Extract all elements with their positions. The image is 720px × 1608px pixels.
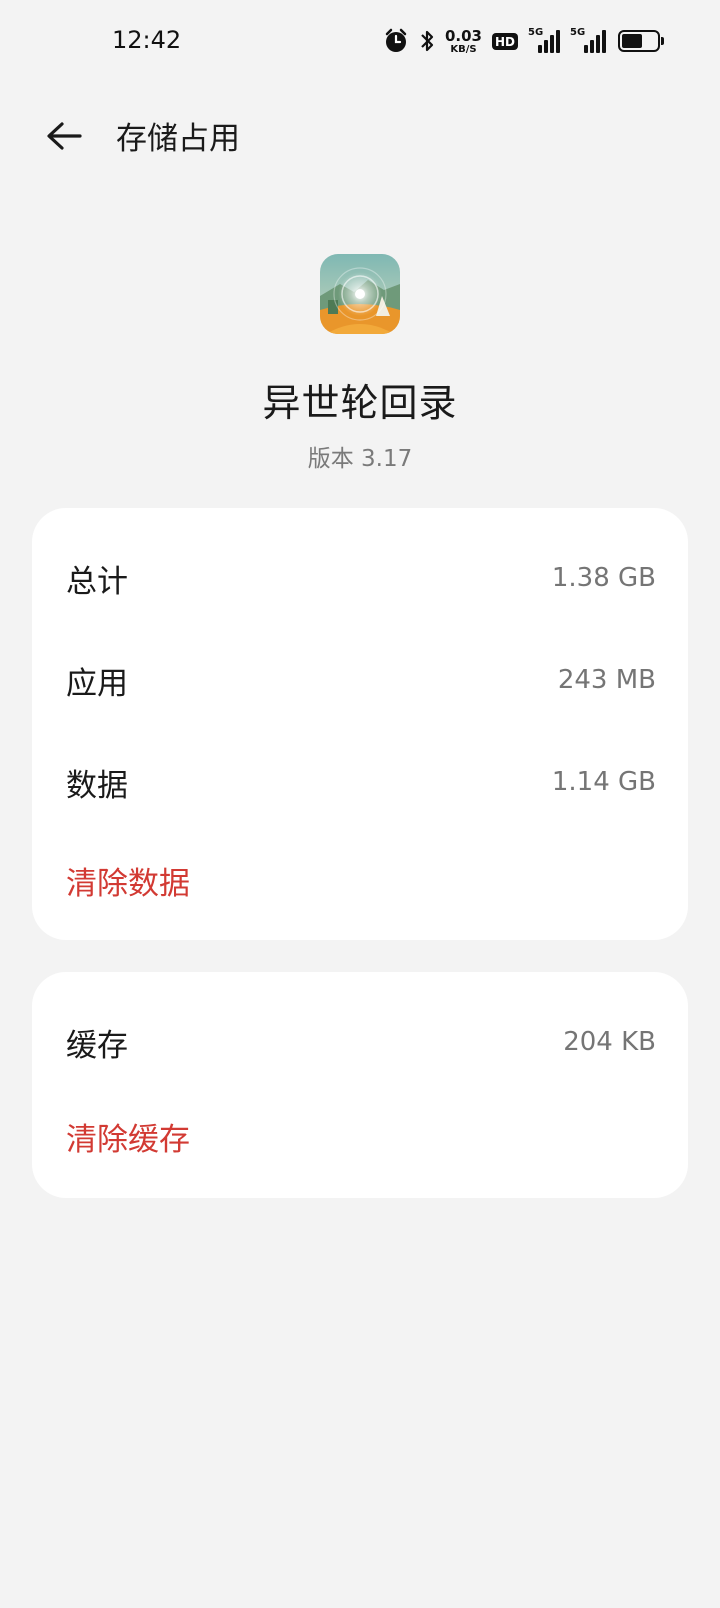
signal-1-label: 5G bbox=[528, 27, 544, 38]
cache-value: 204 KB bbox=[563, 1027, 656, 1057]
clear-data-button[interactable]: 清除数据 bbox=[66, 858, 190, 903]
app-header: 异世轮回录 版本 3.17 bbox=[0, 254, 720, 473]
cache-row: 缓存 204 KB bbox=[66, 1012, 656, 1072]
signal-icon: 5G bbox=[570, 27, 608, 53]
storage-card: 总计 1.38 GB 应用 243 MB 数据 1.14 GB 清除数据 bbox=[32, 508, 688, 940]
status-time: 12:42 bbox=[112, 26, 182, 54]
signal-2-label: 5G bbox=[570, 27, 586, 38]
total-value: 1.38 GB bbox=[551, 563, 656, 593]
page-title: 存储占用 bbox=[116, 121, 240, 157]
network-speed: 0.03 KB/S bbox=[445, 29, 482, 55]
alarm-icon bbox=[383, 28, 409, 54]
battery-icon bbox=[618, 30, 664, 52]
total-label: 总计 bbox=[66, 563, 128, 600]
arrow-left-icon bbox=[47, 122, 82, 150]
back-button[interactable] bbox=[38, 110, 90, 162]
status-bar: 12:42 0.03 KB/S HD 5G 5G bbox=[0, 0, 720, 84]
app-version: 版本 3.17 bbox=[307, 446, 413, 472]
network-speed-value: 0.03 bbox=[444, 27, 482, 45]
network-speed-unit: KB/S bbox=[450, 44, 477, 55]
data-size-row: 数据 1.14 GB bbox=[66, 752, 656, 812]
total-row: 总计 1.38 GB bbox=[66, 548, 656, 608]
cache-card: 缓存 204 KB 清除缓存 bbox=[32, 972, 688, 1198]
app-name: 异世轮回录 bbox=[262, 381, 458, 425]
data-size-value: 1.14 GB bbox=[551, 767, 656, 797]
app-bar: 存储占用 bbox=[0, 100, 720, 170]
bluetooth-icon bbox=[419, 28, 435, 54]
signal-icon: 5G bbox=[528, 27, 560, 53]
hd-voice-icon: HD bbox=[491, 32, 518, 50]
status-icons: 0.03 KB/S HD 5G 5G bbox=[383, 24, 664, 58]
app-size-row: 应用 243 MB bbox=[66, 650, 656, 710]
cache-label: 缓存 bbox=[66, 1027, 128, 1064]
data-size-label: 数据 bbox=[66, 767, 128, 804]
app-size-value: 243 MB bbox=[557, 665, 656, 695]
clear-cache-button[interactable]: 清除缓存 bbox=[66, 1114, 190, 1159]
app-icon bbox=[320, 254, 400, 334]
app-size-label: 应用 bbox=[66, 665, 128, 702]
